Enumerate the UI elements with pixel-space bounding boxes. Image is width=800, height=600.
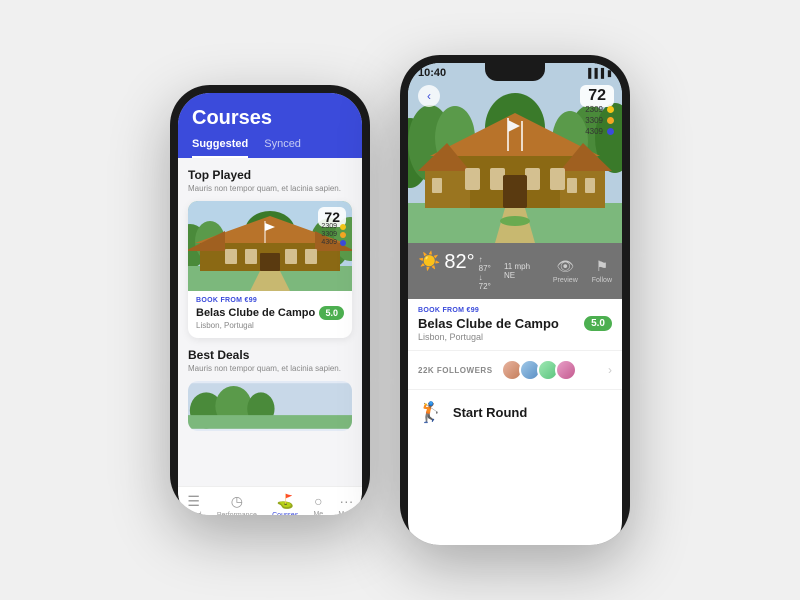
preview-action[interactable]: 👁 Preview: [553, 258, 578, 284]
followers-strip[interactable]: 22K FOLLOWERS ›: [408, 350, 622, 389]
tab-synced[interactable]: Synced: [264, 138, 301, 158]
left-content: Top Played Mauris non tempor quam, et la…: [178, 158, 362, 486]
nav-item-performance[interactable]: ◷ Performance: [217, 493, 257, 515]
bottom-nav: ☰ Feed ◷ Performance ⛳ Courses ○ Me ···: [178, 486, 362, 515]
left-phone: Courses Suggested Synced Top Played Maur…: [170, 85, 370, 515]
top-played-title: Top Played: [188, 168, 352, 182]
tee-value-1: 2309: [321, 223, 337, 230]
right-tee-row-1: 2309: [585, 105, 614, 114]
followers-label: 22K FOLLOWERS: [418, 366, 493, 375]
top-played-subtitle: Mauris non tempor quam, et lacinia sapie…: [188, 184, 352, 193]
tab-suggested[interactable]: Suggested: [192, 138, 248, 158]
golfer-icon: 🏌: [418, 400, 443, 425]
follow-label: Follow: [592, 277, 612, 284]
left-phone-inner: Courses Suggested Synced Top Played Maur…: [178, 93, 362, 515]
course-name-row-left: Belas Clube de Campo 5.0: [196, 306, 344, 320]
right-tee-dot-3: [607, 128, 614, 135]
right-tee-value-1: 2309: [585, 105, 603, 114]
course-card-image: 72 2309 3309 4309: [188, 201, 352, 291]
start-round-row[interactable]: 🏌 Start Round: [408, 389, 622, 435]
wind-info: 11 mph NE: [504, 262, 541, 280]
nav-item-feed[interactable]: ☰ Feed: [186, 493, 202, 515]
tee-row-1: 2309: [321, 223, 346, 230]
weather-actions: 👁 Preview ⚑ Follow: [553, 258, 612, 284]
course-name-left: Belas Clube de Campo: [196, 307, 315, 319]
back-button[interactable]: ‹: [418, 85, 440, 107]
courses-icon: ⛳: [276, 493, 293, 510]
signal-icon: ▐▐▐: [585, 68, 604, 78]
tee-value-3: 4309: [321, 239, 337, 246]
feed-label: Feed: [186, 512, 202, 515]
tee-info-left: 2309 3309 4309: [321, 223, 346, 246]
best-deals-subtitle: Mauris non tempor quam, et lacinia sapie…: [188, 364, 352, 373]
tee-row-3: 4309: [321, 239, 346, 246]
tee-dot-1: [340, 224, 346, 230]
right-score-badge: 72: [580, 85, 614, 107]
left-header-title: Courses: [192, 107, 348, 130]
nav-item-more[interactable]: ··· More: [338, 493, 354, 515]
follow-icon: ⚑: [596, 258, 609, 275]
weather-strip: ☀️ 82° ↑ 87° ↓ 72° 11 mph NE 👁 Preview ⚑: [408, 243, 622, 299]
right-tee-value-2: 3309: [585, 116, 603, 125]
more-label: More: [338, 511, 354, 515]
right-tee-row-3: 4309: [585, 127, 614, 136]
me-icon: ○: [314, 493, 322, 509]
more-icon: ···: [339, 493, 353, 509]
nav-item-me[interactable]: ○ Me: [313, 493, 323, 515]
me-label: Me: [313, 511, 323, 515]
book-label-left: BOOK FROM €99: [196, 297, 344, 304]
followers-text: FOLLOWERS: [437, 366, 493, 375]
right-tee-info: 2309 3309 4309: [585, 105, 614, 136]
chevron-right-icon: ›: [608, 363, 612, 377]
tee-dot-2: [340, 232, 346, 238]
left-tabs: Suggested Synced: [192, 138, 348, 158]
course-card-body: BOOK FROM €99 Belas Clube de Campo 5.0 L…: [188, 291, 352, 338]
scene: Courses Suggested Synced Top Played Maur…: [0, 0, 800, 600]
right-rating-badge: 5.0: [584, 316, 612, 331]
avatar-4: [555, 359, 577, 381]
notch: [485, 63, 545, 81]
right-course-name-row: Belas Clube de Campo 5.0: [418, 316, 612, 331]
status-icons: ▐▐▐ ▮: [585, 68, 612, 79]
follower-avatars: [501, 359, 577, 381]
right-tee-dot-1: [607, 106, 614, 113]
temp-value: 82°: [444, 251, 474, 274]
sun-icon: ☀️: [418, 251, 440, 272]
right-tee-value-3: 4309: [585, 127, 603, 136]
right-tee-row-2: 3309: [585, 116, 614, 125]
right-hero-image: 10:40 ▐▐▐ ▮: [408, 63, 622, 243]
rating-badge-left: 5.0: [319, 306, 344, 320]
right-phone: 10:40 ▐▐▐ ▮: [400, 55, 630, 545]
temp-range: ↑ 87° ↓ 72°: [479, 255, 492, 291]
best-deals-card[interactable]: [188, 381, 352, 431]
nav-item-courses[interactable]: ⛳ Courses: [272, 493, 298, 515]
status-time: 10:40: [418, 67, 446, 79]
temp-high: ↑ 87°: [479, 255, 492, 273]
right-course-info: BOOK FROM €99 Belas Clube de Campo 5.0 L…: [408, 299, 622, 350]
preview-label: Preview: [553, 277, 578, 284]
battery-icon: ▮: [607, 68, 612, 79]
tee-row-2: 3309: [321, 231, 346, 238]
courses-label: Courses: [272, 512, 298, 515]
course-card-top[interactable]: 72 2309 3309 4309: [188, 201, 352, 338]
best-deals-title: Best Deals: [188, 348, 352, 362]
performance-label: Performance: [217, 512, 257, 515]
feed-icon: ☰: [187, 493, 200, 510]
weather-temperature: ☀️ 82° ↑ 87° ↓ 72°: [418, 251, 492, 291]
course-location-left: Lisbon, Portugal: [196, 321, 344, 330]
temp-low: ↓ 72°: [479, 273, 492, 291]
performance-icon: ◷: [231, 493, 243, 510]
right-book-label: BOOK FROM €99: [418, 307, 612, 314]
right-tee-dot-2: [607, 117, 614, 124]
left-header: Courses Suggested Synced: [178, 93, 362, 158]
preview-icon: 👁: [556, 258, 574, 275]
follow-action[interactable]: ⚑ Follow: [592, 258, 612, 284]
start-round-label: Start Round: [453, 405, 527, 420]
right-course-location: Lisbon, Portugal: [418, 332, 612, 342]
tee-dot-3: [340, 240, 346, 246]
right-phone-inner: 10:40 ▐▐▐ ▮: [408, 63, 622, 545]
tee-value-2: 3309: [321, 231, 337, 238]
right-course-name: Belas Clube de Campo: [418, 316, 559, 331]
followers-count: 22K: [418, 366, 434, 375]
